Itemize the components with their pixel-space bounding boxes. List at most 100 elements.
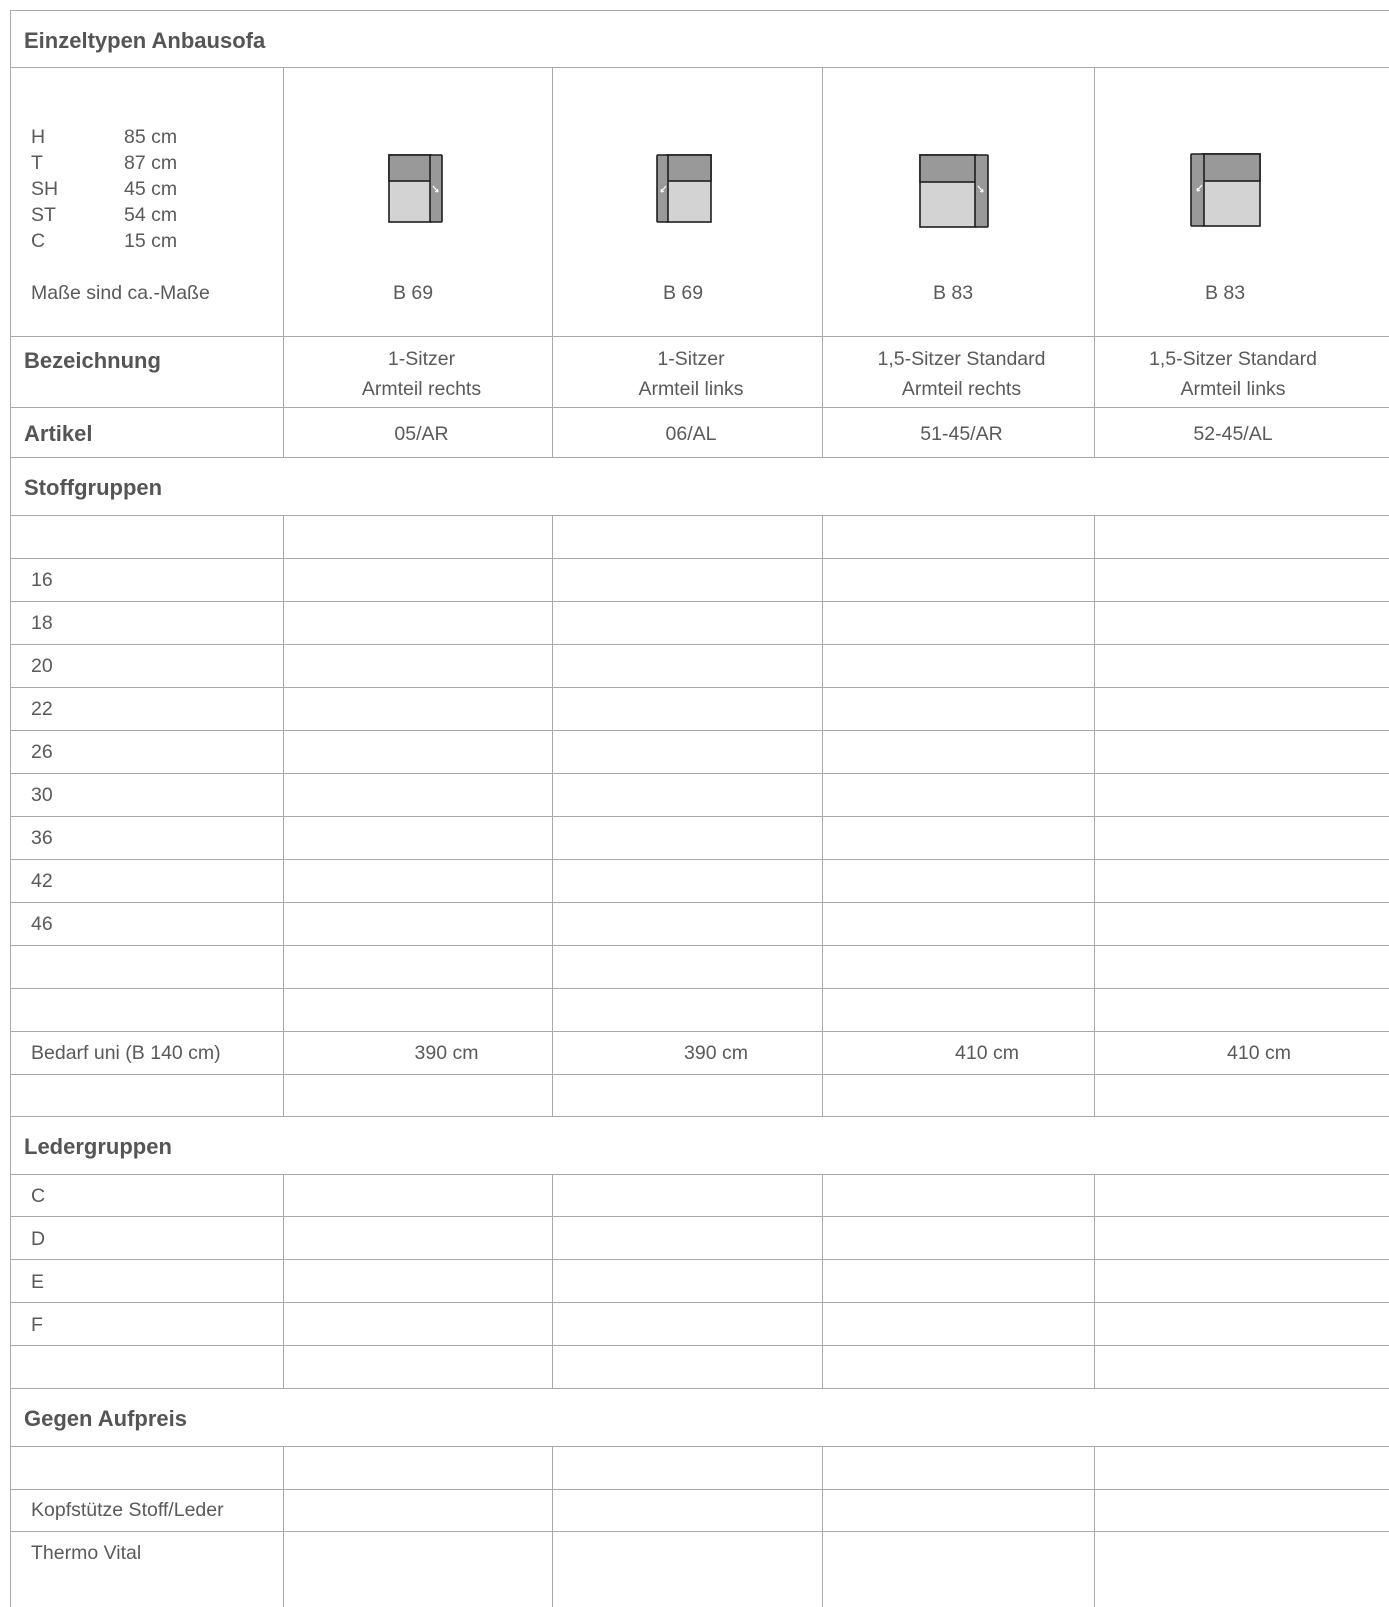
row-divider	[10, 1388, 1389, 1389]
row-divider	[10, 1345, 1389, 1346]
column-divider	[1094, 515, 1095, 1116]
fabric-group-label: 20	[31, 655, 53, 677]
dimension-value: 85 cm	[124, 126, 178, 148]
column-divider	[283, 1174, 284, 1388]
fabric-group-label: 22	[31, 698, 53, 720]
column-divider	[552, 67, 553, 457]
leather-group-label: E	[31, 1271, 45, 1293]
designation-line: Armteil rechts	[361, 378, 482, 400]
column-divider	[1094, 1174, 1095, 1388]
extra-cost-heading: Gegen Aufpreis	[24, 1406, 187, 1431]
column-divider	[552, 515, 553, 1116]
dimension-value: 15 cm	[124, 230, 178, 252]
column-divider	[822, 515, 823, 1116]
article-number: 05/AR	[394, 423, 449, 445]
row-divider	[10, 1031, 1389, 1032]
fabric-group-label: 42	[31, 870, 53, 892]
column-divider	[283, 1446, 284, 1607]
sofa-module-armrest-left-icon	[1190, 153, 1261, 227]
row-divider	[10, 730, 1389, 731]
fabric-group-label: 18	[31, 612, 53, 634]
column-divider	[283, 67, 284, 457]
row-divider	[10, 1216, 1389, 1217]
row-divider	[10, 816, 1389, 817]
designation-line: Armteil rechts	[901, 378, 1022, 400]
fabric-group-label: 30	[31, 784, 53, 806]
row-divider	[10, 558, 1389, 559]
row-divider	[10, 773, 1389, 774]
column-divider	[1094, 67, 1095, 457]
row-divider	[10, 601, 1389, 602]
article-label: Artikel	[24, 421, 93, 446]
extra-option-label: Kopfstütze Stoff/Leder	[31, 1499, 224, 1521]
leather-group-label: F	[31, 1314, 43, 1336]
extra-option-label: Thermo Vital	[31, 1542, 142, 1564]
column-divider	[552, 1174, 553, 1388]
column-divider	[283, 515, 284, 1116]
border-top	[10, 10, 1389, 11]
divider	[10, 1174, 1389, 1175]
leather-group-label: C	[31, 1185, 46, 1207]
divider	[10, 515, 1389, 516]
divider	[10, 407, 1389, 408]
column-divider	[552, 1446, 553, 1607]
fabric-group-label: 26	[31, 741, 53, 763]
designation-line: 1,5-Sitzer Standard	[877, 348, 1046, 370]
designation-line: 1,5-Sitzer Standard	[1148, 348, 1317, 370]
designation-line: Armteil links	[638, 378, 744, 400]
row-divider	[10, 902, 1389, 903]
module-width: B 69	[392, 282, 434, 304]
designation-label: Bezeichnung	[24, 348, 161, 373]
row-divider	[10, 988, 1389, 989]
divider	[10, 1446, 1389, 1447]
row-divider	[10, 1302, 1389, 1303]
column-divider	[1094, 1446, 1095, 1607]
article-number: 51-45/AR	[920, 423, 1003, 445]
configurator-sheet: Einzeltypen Anbausofa H 85 cm T 87 cm SH…	[10, 10, 1389, 1607]
row-divider	[10, 1074, 1389, 1075]
fabric-need-label: Bedarf uni (B 140 cm)	[31, 1042, 221, 1064]
leather-groups-heading: Ledergruppen	[24, 1134, 172, 1159]
dimension-key: T	[31, 152, 43, 174]
sofa-module-armrest-left-icon	[656, 154, 712, 223]
divider	[10, 67, 1389, 68]
dimension-key: H	[31, 126, 46, 148]
row-divider	[10, 945, 1389, 946]
designation-line: Armteil links	[1180, 378, 1286, 400]
fabric-need-value: 410 cm	[1227, 1042, 1291, 1064]
dimensions-note: Maße sind ca.-Maße	[31, 282, 210, 304]
dimension-key: ST	[31, 204, 56, 226]
row-divider	[10, 687, 1389, 688]
table-title: Einzeltypen Anbausofa	[24, 28, 266, 53]
dimension-value: 54 cm	[124, 204, 178, 226]
column-divider	[822, 1174, 823, 1388]
dimension-key: SH	[31, 178, 59, 200]
column-divider	[822, 67, 823, 457]
module-width: B 69	[662, 282, 704, 304]
fabric-groups-heading: Stoffgruppen	[24, 475, 163, 500]
fabric-group-label: 46	[31, 913, 53, 935]
divider	[10, 457, 1389, 458]
article-number: 06/AL	[665, 423, 717, 445]
dimension-key: C	[31, 230, 46, 252]
row-divider	[10, 1531, 1389, 1532]
leather-group-label: D	[31, 1228, 46, 1250]
row-divider	[10, 859, 1389, 860]
border-left	[10, 10, 11, 1607]
dimension-value: 45 cm	[124, 178, 178, 200]
sofa-module-armrest-right-icon	[388, 154, 443, 223]
row-divider	[10, 1259, 1389, 1260]
module-width: B 83	[1204, 282, 1246, 304]
designation-line: 1-Sitzer	[657, 348, 725, 370]
column-divider	[822, 1446, 823, 1607]
fabric-group-label: 16	[31, 569, 53, 591]
row-divider	[10, 644, 1389, 645]
row-divider	[10, 1489, 1389, 1490]
designation-line: 1-Sitzer	[387, 348, 456, 370]
sofa-module-armrest-right-icon	[919, 154, 989, 228]
fabric-group-label: 36	[31, 827, 53, 849]
module-width: B 83	[932, 282, 974, 304]
article-number: 52-45/AL	[1193, 423, 1273, 445]
dimension-value: 87 cm	[124, 152, 178, 174]
divider	[10, 336, 1389, 337]
